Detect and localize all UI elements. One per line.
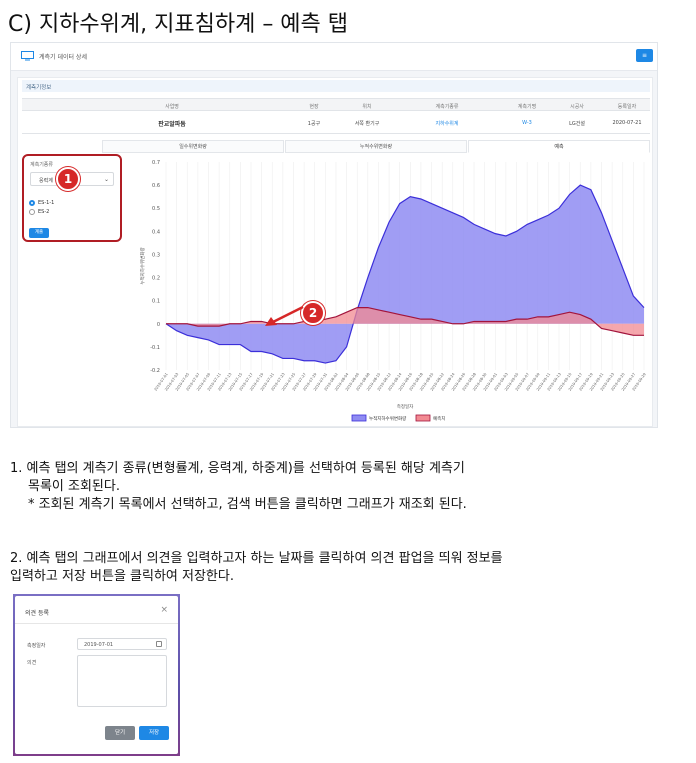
calendar-icon[interactable] [156, 641, 162, 647]
series-area-actual [166, 185, 644, 364]
y-tick-label: 0.5 [152, 206, 160, 212]
chevron-down-icon: ⌄ [103, 176, 109, 183]
save-button[interactable]: 저장 [139, 726, 169, 740]
prediction-chart[interactable]: 0.70.60.50.40.30.20.10-0.1-0.2누적지하수위변화량2… [124, 154, 654, 426]
list-icon[interactable]: ≡ [636, 49, 653, 62]
y-tick-label: 0 [157, 322, 160, 328]
site-value: 1공구 [307, 121, 321, 127]
chart-tabs: 일수위변화량 누적수위변화량 예측 [102, 140, 650, 153]
registered-date-value: 2020-07-21 [612, 120, 642, 126]
column-header: 사업명 [165, 104, 179, 110]
main-panel: 계측기정보 사업명 현장 위치 계측기종류 계측기명 시공사 등록일자 판교알파… [17, 77, 653, 427]
info-table-header: 사업명 현장 위치 계측기종류 계측기명 시공사 등록일자 [22, 98, 650, 111]
radio-label: ES-2 [38, 209, 50, 215]
step-1-text-cont: 목록이 조회된다. [28, 479, 120, 494]
info-table-row: 판교알파돔 1공구 서쪽 환기구 지하수위계 W-3 LG건설 2020-07-… [22, 112, 650, 134]
close-button[interactable]: 닫기 [105, 726, 135, 740]
step-2-text: 2. 예측 탭의 그래프에서 의견을 입력하고자 하는 날짜를 클릭하여 의견 … [10, 551, 503, 566]
column-header: 계측기종류 [435, 104, 459, 110]
screen-header: 계측기 데이터 상세 ≡ [11, 43, 657, 71]
section-title: 계측기정보 [22, 80, 650, 92]
legend-label: 예측치 [433, 415, 445, 422]
search-button[interactable]: 계출 [29, 228, 49, 238]
y-axis-label: 누적지하수위변화량 [139, 247, 146, 284]
callout-badge-1: 1 [56, 167, 80, 191]
step-1-note: * 조회된 계측기 목록에서 선택하고, 검색 버튼을 클릭하면 그래프가 재조… [28, 497, 467, 512]
opinion-label: 의견 [27, 660, 37, 666]
callout-arrow-icon [265, 305, 304, 326]
radio-label: ES-1-1 [38, 200, 55, 206]
monitor-icon [21, 51, 34, 61]
legend-label: 누적지하수위변화량 [369, 415, 406, 422]
screen-title: 계측기 데이터 상세 [39, 54, 87, 61]
select-value: 응력계 [39, 178, 53, 184]
y-tick-label: -0.2 [150, 368, 160, 374]
column-header: 시공사 [570, 104, 584, 110]
location-value: 서쪽 환기구 [354, 121, 380, 127]
tab-cumulative-change[interactable]: 누적수위변화량 [285, 140, 467, 153]
x-axis-label: 측정일자 [397, 403, 414, 410]
y-tick-label: 0.6 [152, 183, 160, 189]
divider [15, 623, 178, 624]
opinion-popup-screenshot: 의견 등록 × 측정일자 2019-07-01 의견 닫기 저장 [13, 594, 180, 756]
dialog-title: 의견 등록 [25, 610, 49, 617]
date-label: 측정일자 [27, 643, 46, 649]
column-header: 계측기명 [517, 104, 537, 110]
close-icon[interactable]: × [160, 605, 168, 615]
legend-swatch [415, 414, 431, 422]
opinion-dialog: 의견 등록 × 측정일자 2019-07-01 의견 닫기 저장 [15, 596, 178, 754]
y-tick-label: 0.1 [152, 299, 160, 305]
y-tick-label: 0.2 [152, 276, 160, 282]
column-header: 등록일자 [617, 104, 637, 110]
column-header: 현장 [309, 104, 319, 110]
tab-prediction[interactable]: 예측 [468, 140, 650, 153]
page-heading: C) 지하수위계, 지표침하계 – 예측 탭 [8, 12, 349, 37]
y-tick-label: 0.4 [152, 229, 160, 235]
y-tick-label: 0.3 [152, 252, 160, 258]
opinion-textarea[interactable] [77, 655, 167, 707]
y-tick-label: 0.7 [152, 160, 160, 166]
radio-es-2[interactable] [29, 209, 35, 215]
instrument-name-link[interactable]: W-3 [522, 120, 532, 126]
y-tick-label: -0.1 [150, 345, 160, 351]
legend-swatch [351, 414, 367, 422]
contractor-value: LG건설 [569, 121, 585, 127]
tab-daily-change[interactable]: 일수위변화량 [102, 140, 284, 153]
column-header: 위치 [362, 104, 372, 110]
instrument-type-label: 계측기종류 [30, 162, 54, 168]
date-field[interactable]: 2019-07-01 [77, 638, 167, 650]
date-value: 2019-07-01 [84, 642, 114, 648]
step-1-text: 1. 예측 탭의 계측기 종류(변형률계, 응력계, 하중계)를 선택하여 등록… [10, 461, 465, 476]
instrument-type-link[interactable]: 지하수위계 [435, 120, 458, 127]
project-name: 판교알파돔 [158, 121, 186, 128]
measurement-detail-screen: 계측기 데이터 상세 ≡ 계측기정보 사업명 현장 위치 계측기종류 계측기명 … [10, 42, 658, 428]
radio-es-1-1[interactable] [29, 200, 35, 206]
step-2-text-cont: 입력하고 저장 버튼을 클릭하여 저장한다. [10, 569, 234, 584]
